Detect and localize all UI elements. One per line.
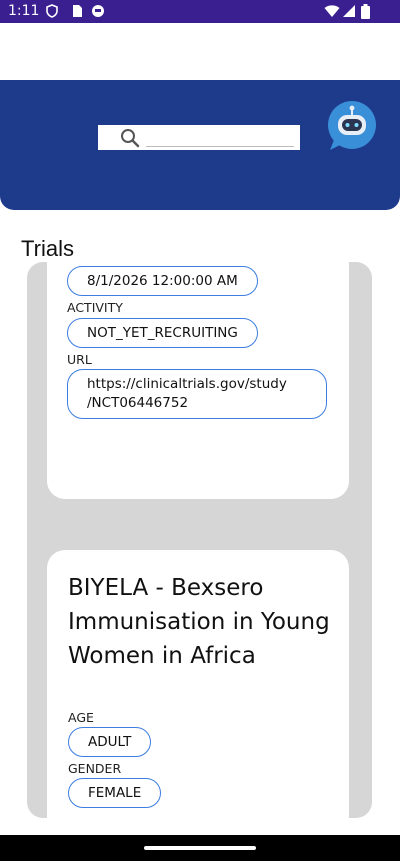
search-bar[interactable] xyxy=(98,125,300,150)
url-line: https://clinicaltrials.gov/study xyxy=(87,376,287,392)
chat-bot-icon[interactable] xyxy=(326,100,378,152)
gender-label: GENDER xyxy=(68,761,122,776)
search-icon xyxy=(121,129,140,148)
app-circle-icon xyxy=(92,5,104,17)
gender-chip: FEMALE xyxy=(68,778,162,808)
signal-icon xyxy=(343,5,355,17)
age-chip: ADULT xyxy=(68,727,152,757)
search-input[interactable] xyxy=(146,127,294,147)
activity-chip: NOT_YET_RECRUITING xyxy=(67,318,258,348)
page-title: Trials xyxy=(21,236,74,261)
battery-icon xyxy=(361,4,370,19)
url-chip[interactable]: https://clinicaltrials.gov/study /NCT064… xyxy=(67,369,327,419)
age-label: AGE xyxy=(68,710,94,725)
trials-list[interactable]: 8/1/2026 12:00:00 AM ACTIVITY NOT_YET_RE… xyxy=(27,262,372,818)
status-bar: 1:11 xyxy=(0,0,400,23)
trial-title: BIYELA - Bexsero Immunisation in Young W… xyxy=(68,575,330,669)
activity-label: ACTIVITY xyxy=(67,300,123,315)
date-chip: 8/1/2026 12:00:00 AM xyxy=(67,266,258,296)
system-nav-bar xyxy=(0,835,400,861)
status-time: 1:11 xyxy=(8,3,40,19)
shield-icon xyxy=(46,4,58,18)
url-label: URL xyxy=(67,352,92,367)
trial-card[interactable]: BIYELA - Bexsero Immunisation in Young W… xyxy=(47,550,349,818)
wifi-icon xyxy=(324,5,340,17)
home-handle[interactable] xyxy=(144,846,256,850)
sim-icon xyxy=(73,5,82,17)
trial-card[interactable]: 8/1/2026 12:00:00 AM ACTIVITY NOT_YET_RE… xyxy=(47,262,349,499)
url-line: /NCT06446752 xyxy=(87,395,189,411)
